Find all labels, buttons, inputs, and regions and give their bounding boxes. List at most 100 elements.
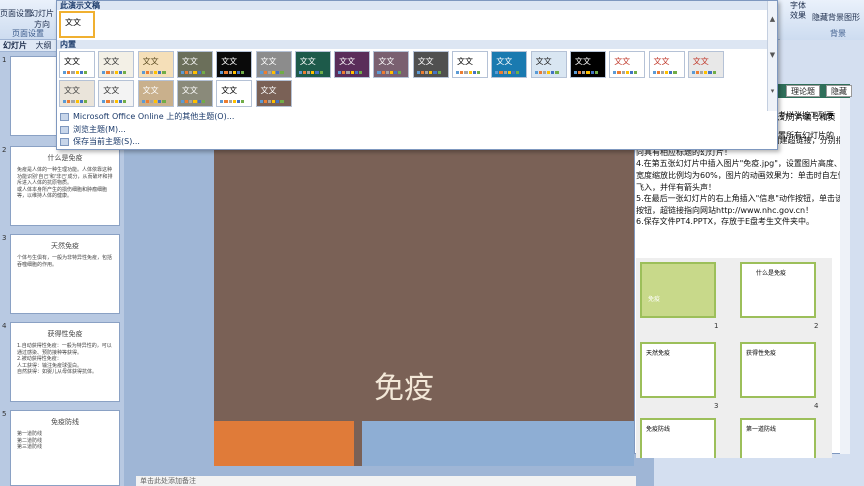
sample-number: 4 bbox=[814, 402, 819, 410]
theme-label: 文文 bbox=[535, 57, 552, 66]
menu-save-theme[interactable]: 保存当前主题(S)... bbox=[57, 136, 773, 148]
menu-save-label: 保存当前主题(S)... bbox=[73, 137, 140, 146]
theme-thumb[interactable]: 文文 bbox=[137, 80, 174, 107]
slide-thumbnail[interactable]: 免疫防线 第一道防线 第二道防线 第三道防线 bbox=[10, 410, 120, 486]
slide-thumbnail[interactable]: 天然免疫 个体与生俱有，一般为非特异性免疫，包括吞噬细胞的作用。 bbox=[10, 234, 120, 314]
theme-thumb[interactable]: 文文 bbox=[216, 80, 253, 107]
gallery-scrollbar[interactable]: ▲ ▼ ▾ bbox=[767, 1, 777, 111]
slide-pane-tabs: 幻灯片 大纲 bbox=[0, 40, 56, 52]
theme-label: 文文 bbox=[339, 57, 356, 66]
sample-slide: 免疫 bbox=[640, 262, 716, 318]
theory-button[interactable]: 理论题 bbox=[786, 85, 820, 97]
hide-button[interactable]: 隐藏 bbox=[826, 85, 852, 97]
theme-thumb[interactable]: 文文 bbox=[452, 51, 488, 78]
tab-outline[interactable]: 大纲 bbox=[33, 41, 55, 50]
theme-thumb[interactable]: 文文 bbox=[609, 51, 646, 78]
notes-pane[interactable]: 单击此处添加备注 bbox=[136, 476, 636, 486]
theme-label: 文文 bbox=[65, 18, 81, 27]
slide-accent-orange bbox=[214, 421, 354, 466]
theme-color-swatches bbox=[141, 100, 166, 103]
theme-color-swatches bbox=[613, 71, 638, 74]
task-line-partial: 考样张按下列要 bbox=[778, 111, 834, 120]
effects-button[interactable]: 效果 bbox=[790, 10, 806, 21]
theme-thumb[interactable]: 文文 bbox=[98, 51, 135, 78]
sample-slide-title: 天然免疫 bbox=[646, 350, 671, 357]
sample-slide-title: 什么是免疫 bbox=[756, 270, 787, 277]
theme-color-swatches bbox=[180, 71, 205, 74]
sample-number: 2 bbox=[814, 322, 819, 330]
slide-number: 2 bbox=[2, 146, 7, 154]
theme-thumb[interactable]: 文文 bbox=[687, 51, 724, 78]
sample-number: 1 bbox=[714, 322, 719, 330]
theme-thumb[interactable]: 文文 bbox=[648, 51, 685, 78]
main-slide[interactable]: 免疫 bbox=[214, 148, 634, 466]
group-page-setup-label: 页面设置 bbox=[12, 29, 44, 38]
scroll-down-icon[interactable]: ▼ bbox=[768, 37, 777, 73]
tab-slides[interactable]: 幻灯片 bbox=[0, 41, 30, 50]
current-theme-thumb[interactable]: 文文 bbox=[59, 11, 95, 38]
theme-thumb[interactable]: 文文 bbox=[98, 80, 135, 107]
theme-thumb[interactable]: 文文 bbox=[59, 80, 95, 107]
scroll-up-icon[interactable]: ▲ bbox=[768, 1, 777, 37]
slide-number: 1 bbox=[2, 56, 7, 64]
theme-thumb[interactable]: 文文 bbox=[569, 51, 606, 78]
thumb-bullet: 免疫是人体的一种生理功能。人体依靠这种功能识别'自己'和'非己'成分，从而破坏和… bbox=[17, 167, 113, 186]
expand-icon[interactable]: ▾ bbox=[768, 73, 777, 109]
theme-color-swatches bbox=[495, 71, 520, 74]
theme-thumb[interactable]: 文文 bbox=[412, 51, 449, 78]
theme-gallery-dropdown[interactable]: 此演示文稿 文文 内置 文文 文文 文文 文文 文文 文文 文文 文文 文文 文文 文文 文文 文文 文文… bbox=[56, 0, 778, 150]
theme-thumb[interactable]: 文文 bbox=[137, 51, 174, 78]
theme-label: 文文 bbox=[64, 86, 80, 95]
thumb-title: 免疫防线 bbox=[51, 418, 79, 426]
slide-accent-blue bbox=[362, 421, 634, 466]
theme-label: 文文 bbox=[142, 86, 159, 95]
slide-thumbnail[interactable]: 什么是免疫 免疫是人体的一种生理功能。人体依靠这种功能识别'自己'和'非己'成分… bbox=[10, 146, 120, 226]
theme-thumb[interactable]: 文文 bbox=[59, 51, 95, 78]
theme-label: 文文 bbox=[103, 86, 120, 95]
task-pane-scrollbar[interactable] bbox=[840, 98, 850, 454]
menu-browse-themes[interactable]: 浏览主题(M)... bbox=[57, 124, 773, 136]
theme-thumb[interactable]: 文文 bbox=[373, 51, 410, 78]
theme-thumb[interactable]: 文文 bbox=[255, 80, 292, 107]
sample-slide-title: 获得性免疫 bbox=[746, 350, 777, 357]
section-builtin: 内置 bbox=[57, 40, 767, 49]
theme-label: 文文 bbox=[181, 57, 198, 66]
theme-color-swatches bbox=[180, 100, 205, 103]
theme-color-swatches bbox=[63, 100, 88, 103]
theme-label: 文文 bbox=[692, 57, 709, 66]
menu-online-themes[interactable]: Microsoft Office Online 上的其他主题(O)... bbox=[57, 111, 773, 123]
save-icon bbox=[60, 138, 69, 146]
slide-orientation-button[interactable]: 幻灯片方向 bbox=[30, 8, 54, 30]
theme-thumb[interactable]: 文文 bbox=[294, 51, 331, 78]
theme-label: 文文 bbox=[221, 57, 238, 66]
theme-color-swatches bbox=[652, 71, 677, 74]
slide-number: 3 bbox=[2, 234, 7, 242]
theme-thumb[interactable]: 文文 bbox=[176, 80, 213, 107]
theme-color-swatches bbox=[456, 71, 481, 74]
sample-slide: 获得性免疫 bbox=[740, 342, 816, 398]
theme-thumb[interactable]: 文文 bbox=[176, 51, 213, 78]
hide-background-checkbox[interactable]: 隐藏背景图形 bbox=[812, 12, 860, 23]
sample-slide: 免疫防线 bbox=[640, 418, 716, 458]
main-slide-title[interactable]: 免疫 bbox=[214, 363, 594, 407]
slide-thumbnail[interactable]: 获得性免疫 1.自动获得性免疫：一般为特异性的，可以通过感染、预防接种等获得。 … bbox=[10, 322, 120, 402]
theme-label: 文文 bbox=[574, 57, 591, 66]
thumb-bullet: 1.自动获得性免疫：一般为特异性的，可以通过感染、预防接种等获得。 bbox=[17, 343, 112, 356]
theme-color-swatches bbox=[416, 71, 441, 74]
sample-slide: 什么是免疫 bbox=[740, 262, 816, 318]
theme-thumb[interactable]: 文文 bbox=[216, 51, 253, 78]
theme-label: 文文 bbox=[614, 57, 631, 66]
theme-color-swatches bbox=[220, 100, 245, 103]
task-line: 6.保存文件PT4.PPTX，存放于E盘考生文件夹中。 bbox=[636, 217, 815, 227]
theme-thumb[interactable]: 文文 bbox=[334, 51, 371, 78]
sample-slide-title: 免疫防线 bbox=[646, 426, 671, 433]
theme-thumb[interactable]: 文文 bbox=[530, 51, 567, 78]
group-background-label: 背景 bbox=[830, 29, 846, 38]
theme-label: 文文 bbox=[299, 57, 316, 66]
page-setup-button[interactable]: 页面设置 bbox=[0, 8, 32, 19]
theme-thumb[interactable]: 文文 bbox=[491, 51, 528, 78]
sample-slide-title: 第一道防线 bbox=[746, 426, 777, 433]
thumb-bullet: 第三道防线 bbox=[17, 444, 43, 450]
theme-label: 文文 bbox=[142, 57, 159, 66]
theme-thumb[interactable]: 文文 bbox=[255, 51, 292, 78]
